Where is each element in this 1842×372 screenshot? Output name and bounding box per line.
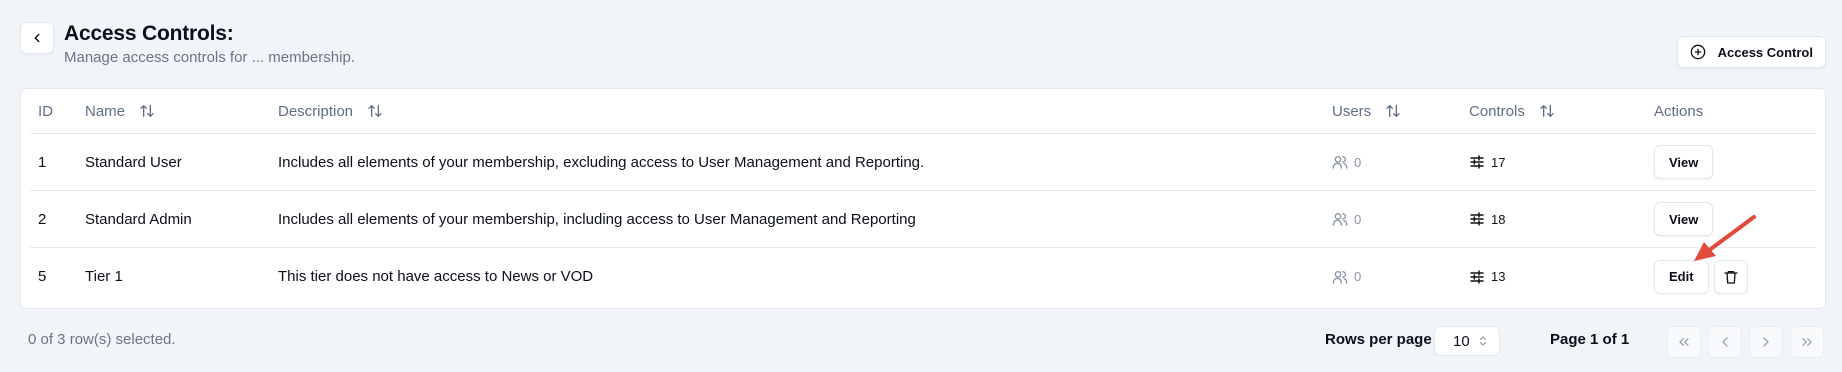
rows-per-page-value: 10 <box>1453 332 1470 350</box>
row-controls: 18 <box>1469 191 1505 247</box>
row-description: Includes all elements of your membership… <box>278 210 916 228</box>
users-count: 0 <box>1354 154 1362 170</box>
rows-per-page-select[interactable]: 10 <box>1434 326 1500 356</box>
access-controls-table: ID Name Description Users Controls Actio <box>20 88 1826 309</box>
row-users: 0 <box>1332 248 1361 305</box>
table-header-row: ID Name Description Users Controls Actio <box>30 89 1816 134</box>
row-actions: View <box>1654 134 1714 190</box>
column-header-users-label: Users <box>1332 102 1372 120</box>
page-header: Access Controls: Manage access controls … <box>20 22 1826 72</box>
add-access-control-label: Access Control <box>1717 44 1813 60</box>
view-button[interactable]: View <box>1654 202 1714 236</box>
row-id: 5 <box>38 268 47 285</box>
chevron-up-down-icon <box>1479 336 1487 346</box>
column-header-controls-label: Controls <box>1469 102 1525 120</box>
sliders-icon <box>1470 155 1484 169</box>
edit-button[interactable]: Edit <box>1654 259 1709 294</box>
previous-page-button[interactable] <box>1708 326 1742 358</box>
row-id: 1 <box>38 153 47 171</box>
column-header-users[interactable]: Users <box>1332 89 1401 133</box>
table-row[interactable]: 5 Tier 1 This tier does not have access … <box>30 248 1816 305</box>
last-page-button[interactable] <box>1790 326 1824 358</box>
trash-icon <box>1723 270 1738 284</box>
row-id: 2 <box>38 210 47 228</box>
chevron-right-icon <box>1763 337 1769 347</box>
row-actions: View <box>1654 191 1714 247</box>
row-users: 0 <box>1332 134 1361 190</box>
sort-icon[interactable] <box>367 103 383 119</box>
next-page-button[interactable] <box>1749 326 1783 358</box>
users-icon <box>1332 156 1348 169</box>
column-header-id: ID <box>38 102 53 120</box>
first-page-button[interactable] <box>1667 326 1701 358</box>
row-actions: Edit <box>1654 248 1748 305</box>
row-users: 0 <box>1332 191 1361 247</box>
column-header-name-label: Name <box>85 102 126 120</box>
chevron-left-icon <box>34 33 40 43</box>
plus-circle-icon <box>1690 44 1705 60</box>
row-controls: 13 <box>1469 248 1505 305</box>
table-row[interactable]: 1 Standard User Includes all elements of… <box>30 134 1816 191</box>
column-header-name[interactable]: Name <box>85 89 155 133</box>
chevron-left-icon <box>1722 337 1728 347</box>
row-name: Standard Admin <box>85 210 192 228</box>
users-icon <box>1332 213 1348 226</box>
row-description: Includes all elements of your membership… <box>278 153 925 171</box>
column-header-actions: Actions <box>1654 102 1704 120</box>
chevrons-left-icon <box>1679 338 1689 346</box>
column-header-description[interactable]: Description <box>278 89 383 133</box>
row-name: Tier 1 <box>85 268 123 285</box>
sliders-icon <box>1470 269 1484 284</box>
sort-icon[interactable] <box>1385 103 1401 119</box>
controls-count: 13 <box>1491 269 1506 284</box>
row-description: This tier does not have access to News o… <box>278 268 594 285</box>
users-count: 0 <box>1354 211 1362 227</box>
row-name: Standard User <box>85 153 182 171</box>
add-access-control-button[interactable]: Access Control <box>1676 36 1826 68</box>
page-subtitle: Manage access controls for ... membershi… <box>64 49 355 66</box>
users-icon <box>1332 270 1348 284</box>
page-info: Page 1 of 1 <box>1550 331 1630 348</box>
controls-count: 17 <box>1491 154 1506 170</box>
sort-icon[interactable] <box>139 103 155 119</box>
sort-icon[interactable] <box>1539 103 1555 119</box>
row-controls: 17 <box>1469 134 1505 190</box>
sliders-icon <box>1470 212 1484 226</box>
column-header-controls[interactable]: Controls <box>1469 89 1555 133</box>
rows-per-page-label: Rows per page <box>1325 331 1432 348</box>
users-count: 0 <box>1354 269 1362 284</box>
table-row[interactable]: 2 Standard Admin Includes all elements o… <box>30 191 1816 248</box>
view-button[interactable]: View <box>1654 145 1714 179</box>
chevrons-right-icon <box>1802 338 1812 346</box>
page-title: Access Controls: <box>64 22 234 45</box>
title-block: Access Controls: Manage access controls … <box>64 22 355 66</box>
selection-status: 0 of 3 row(s) selected. <box>28 331 176 348</box>
delete-button[interactable] <box>1713 259 1748 294</box>
column-header-description-label: Description <box>278 102 354 120</box>
controls-count: 18 <box>1491 211 1506 227</box>
back-button[interactable] <box>20 22 54 54</box>
